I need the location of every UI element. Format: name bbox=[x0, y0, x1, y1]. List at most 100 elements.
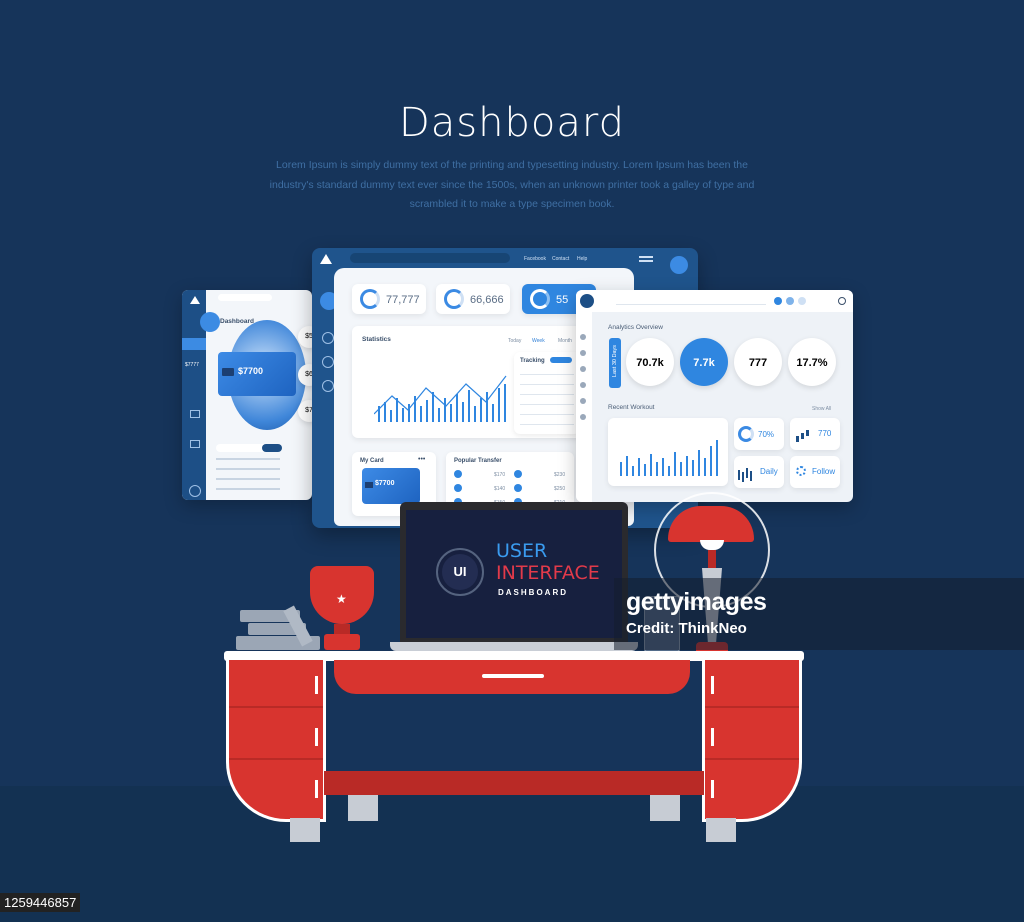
right-search-input[interactable] bbox=[616, 298, 766, 305]
list-line bbox=[216, 468, 280, 470]
kpi-value: 70.7k bbox=[636, 357, 664, 369]
nav-icon[interactable] bbox=[322, 356, 334, 368]
drawer-divider bbox=[705, 706, 799, 708]
desk-left-cabinet[interactable] bbox=[226, 660, 326, 822]
trophy-cup: ★ bbox=[310, 566, 374, 624]
left-panel-heading: Dashboard bbox=[220, 318, 254, 325]
laptop-line-dashboard: DASHBOARD bbox=[498, 588, 568, 597]
transfer-avatar-icon bbox=[514, 470, 522, 478]
recent-workout-title: Recent Workout bbox=[608, 404, 655, 411]
avatar-icon[interactable] bbox=[200, 312, 220, 332]
transfer-amount: $140 bbox=[494, 486, 506, 492]
list-line bbox=[216, 478, 280, 480]
small-card-progress[interactable]: 70% bbox=[734, 418, 784, 450]
center-drawer[interactable] bbox=[334, 660, 690, 694]
profile-icon[interactable] bbox=[670, 256, 688, 274]
page-title: Dashboard bbox=[398, 100, 625, 146]
progress-ring bbox=[360, 289, 380, 309]
nav-facebook[interactable]: Facebook bbox=[524, 256, 546, 262]
menu-dots-icon[interactable] bbox=[580, 294, 594, 308]
list-line bbox=[216, 488, 280, 490]
period-month[interactable]: Month bbox=[558, 338, 572, 344]
more-icon[interactable] bbox=[189, 485, 201, 497]
center-search-input[interactable] bbox=[350, 253, 510, 263]
small-card-daily[interactable]: Daily bbox=[734, 456, 784, 488]
transfer-amount: $250 bbox=[554, 486, 566, 492]
kpi-value: 777 bbox=[748, 357, 768, 369]
tracking-dropdown[interactable] bbox=[550, 357, 572, 363]
workout-chart bbox=[620, 440, 718, 476]
card-chip-icon bbox=[222, 368, 234, 376]
stat-card-2[interactable]: 66,666 bbox=[436, 284, 510, 314]
more-options-icon[interactable]: ••• bbox=[418, 456, 425, 463]
notification-icon[interactable] bbox=[774, 297, 782, 305]
right-sidebar bbox=[576, 312, 592, 502]
small-card-value: 70% bbox=[758, 430, 775, 439]
drawer-handles bbox=[315, 676, 318, 694]
drawer-handle bbox=[482, 674, 544, 678]
progress-ring bbox=[530, 289, 550, 309]
kpi-bubble-1[interactable]: 70.7k bbox=[626, 338, 674, 386]
period-today[interactable]: Today bbox=[508, 338, 521, 344]
show-all-link[interactable]: Show All bbox=[812, 406, 831, 412]
people-icon bbox=[796, 466, 806, 476]
trophy-base bbox=[324, 634, 360, 650]
period-week[interactable]: Week bbox=[532, 338, 545, 344]
hamburger-menu-icon[interactable] bbox=[639, 256, 653, 258]
my-card-title: My Card bbox=[360, 458, 384, 464]
nav-help[interactable]: Help bbox=[577, 256, 587, 262]
small-card-follow[interactable]: Follow bbox=[790, 456, 840, 488]
transfer-avatar-icon bbox=[514, 484, 522, 492]
left-dashboard-panel: $7777 Dashboard $7700 $5 $6 $7 bbox=[182, 290, 312, 500]
laptop-line-interface: INTERFACE bbox=[496, 562, 600, 584]
tab-label: Last 30 Days bbox=[612, 344, 618, 378]
card-amount: $7700 bbox=[238, 366, 264, 376]
daily-bars-icon bbox=[738, 470, 740, 480]
small-card-value: 770 bbox=[818, 429, 832, 438]
list-line bbox=[216, 458, 280, 460]
small-card-value: Daily bbox=[760, 467, 778, 476]
right-analytics-panel: Analytics Overview Last 30 Days 70.7k 7.… bbox=[576, 290, 853, 502]
workout-bars bbox=[620, 440, 718, 476]
floor bbox=[0, 786, 1024, 922]
transfer-avatar-icon bbox=[454, 484, 462, 492]
desk-right-cabinet[interactable] bbox=[702, 660, 802, 822]
message-icon[interactable] bbox=[786, 297, 794, 305]
analytics-title: Analytics Overview bbox=[608, 324, 663, 331]
stat-card-1[interactable]: 77,777 bbox=[352, 284, 426, 314]
card-icon[interactable] bbox=[190, 410, 200, 418]
progress-ring bbox=[444, 289, 464, 309]
sidebar-nav-icons[interactable] bbox=[580, 334, 586, 340]
small-card-bars[interactable]: 770 bbox=[790, 418, 840, 450]
transfer-amount: $230 bbox=[554, 472, 566, 478]
search-input[interactable] bbox=[218, 294, 272, 301]
menu-icon[interactable] bbox=[190, 440, 200, 448]
desk-shelf bbox=[324, 771, 704, 795]
logo-icon bbox=[320, 254, 332, 264]
kpi-bubble-3[interactable]: 777 bbox=[734, 338, 782, 386]
tracking-card: Tracking bbox=[514, 352, 580, 434]
kpi-value: 17.7% bbox=[796, 357, 828, 369]
my-credit-card[interactable]: $7700 bbox=[362, 468, 420, 504]
kpi-bubble-4[interactable]: 17.7% bbox=[788, 338, 836, 386]
settings-icon[interactable] bbox=[838, 297, 846, 305]
image-id: 1259446857 bbox=[0, 893, 81, 912]
star-icon: ★ bbox=[336, 592, 347, 606]
nav-contact[interactable]: Contact bbox=[552, 256, 569, 262]
credit-card[interactable]: $7700 bbox=[218, 352, 296, 396]
desk-leg bbox=[706, 818, 736, 842]
desk-leg bbox=[348, 795, 378, 821]
drawer-handles bbox=[711, 676, 714, 694]
profile-icon[interactable] bbox=[798, 297, 806, 305]
small-card-value: Follow bbox=[812, 467, 836, 476]
transfer-avatar-icon bbox=[454, 470, 462, 478]
nav-icon[interactable] bbox=[322, 332, 334, 344]
sidebar-amount: $7777 bbox=[185, 362, 199, 368]
sidebar-active-item[interactable] bbox=[182, 338, 206, 350]
statistics-title: Statistics bbox=[362, 336, 391, 343]
last-30-days-tab[interactable]: Last 30 Days bbox=[609, 338, 621, 388]
kpi-bubble-2[interactable]: 7.7k bbox=[680, 338, 728, 386]
left-send-button[interactable] bbox=[262, 444, 282, 452]
nav-icon[interactable] bbox=[322, 380, 334, 392]
lamp-neck bbox=[708, 550, 716, 568]
